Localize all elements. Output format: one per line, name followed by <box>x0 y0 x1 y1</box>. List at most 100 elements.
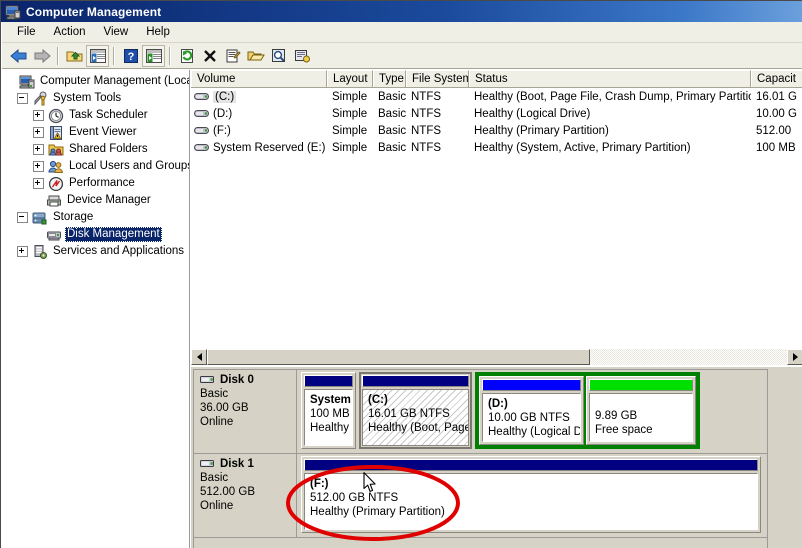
expander-plus[interactable] <box>33 161 44 172</box>
column-header-status[interactable]: Status <box>469 70 751 87</box>
sidebar-item-disk-management[interactable]: Disk Management <box>4 226 189 243</box>
volume-capacity: 512.00 <box>756 124 792 137</box>
sidebar-item-device-manager[interactable]: Device Manager <box>4 192 189 209</box>
computer-management-window: Computer Management File Action View Hel… <box>0 0 802 548</box>
storage-icon <box>32 210 48 226</box>
partition-size: 100 MB <box>310 408 350 420</box>
properties-icon[interactable] <box>221 45 244 67</box>
performance-icon <box>48 176 64 192</box>
disk-graphical-view: Disk 0 Basic 36.00 GB Online System 100 … <box>191 366 802 548</box>
disk-row[interactable]: Disk 1 Basic 512.00 GB Online (F:) 512.0… <box>194 454 767 538</box>
show-action-pane-icon[interactable] <box>142 44 165 67</box>
sidebar-item-label: System Tools <box>53 92 122 104</box>
partition-color-bar <box>589 379 693 391</box>
open-folder-icon[interactable] <box>244 45 267 67</box>
sidebar-item-system-tools[interactable]: System Tools <box>4 90 189 107</box>
expander-plus[interactable] <box>33 110 44 121</box>
partition-label: (C:) <box>368 394 388 406</box>
delete-icon[interactable] <box>198 45 221 67</box>
sidebar-item-shared-folders[interactable]: Shared Folders <box>4 141 189 158</box>
volume-file-system: NTFS <box>411 124 442 137</box>
volume-icon <box>194 108 210 119</box>
partition-label: System <box>310 394 351 406</box>
column-header-volume[interactable]: Volume <box>191 70 327 87</box>
forward-icon[interactable] <box>30 45 53 67</box>
partition-color-bar <box>362 375 469 387</box>
back-icon[interactable] <box>7 45 30 67</box>
partition-status: Free space <box>595 424 653 436</box>
sidebar-item-label: Storage <box>53 211 94 223</box>
partition-status: Healthy <box>310 422 349 434</box>
toolbar: ? <box>2 43 802 69</box>
menu-help[interactable]: Help <box>137 24 179 40</box>
column-header-file-system[interactable]: File System <box>406 70 469 87</box>
table-row[interactable]: System Reserved (E:) Simple Basic NTFS H… <box>191 139 802 156</box>
window-title: Computer Management <box>26 4 162 19</box>
sidebar-item-storage[interactable]: Storage <box>4 209 189 226</box>
scrollbar-thumb[interactable] <box>207 349 590 365</box>
mouse-pointer <box>363 472 377 493</box>
up-folder-icon[interactable] <box>63 45 86 67</box>
column-header-layout[interactable]: Layout <box>327 70 373 87</box>
expander-plus[interactable] <box>33 178 44 189</box>
partition-free-space[interactable]: 9.89 GB Free space <box>586 376 696 445</box>
show-hide-tree-icon[interactable] <box>86 44 109 67</box>
expander-plus[interactable] <box>17 246 28 257</box>
partition-details: System 100 MB Healthy <box>304 389 353 446</box>
partition-f[interactable]: (F:) 512.00 GB NTFS Healthy (Primary Par… <box>301 456 761 533</box>
menu-action[interactable]: Action <box>45 24 95 40</box>
sidebar-item-label: Event Viewer <box>69 126 137 138</box>
table-row[interactable]: (C:) Simple Basic NTFS Healthy (Boot, Pa… <box>191 88 802 105</box>
sidebar-item-performance[interactable]: Performance <box>4 175 189 192</box>
sidebar-item-event-viewer[interactable]: Event Viewer <box>4 124 189 141</box>
disk-partitions: (F:) 512.00 GB NTFS Healthy (Primary Par… <box>297 454 767 537</box>
table-row[interactable]: (F:) Simple Basic NTFS Healthy (Primary … <box>191 122 802 139</box>
disk-size: 36.00 GB <box>200 402 249 414</box>
expander-minus[interactable] <box>17 212 28 223</box>
volume-file-system: NTFS <box>411 107 442 120</box>
column-header-type[interactable]: Type <box>373 70 406 87</box>
expander-none <box>33 196 42 205</box>
scrollbar-track[interactable] <box>207 349 787 365</box>
sidebar-item-label: Task Scheduler <box>69 109 148 121</box>
disk-label[interactable]: Disk 0 Basic 36.00 GB Online <box>194 370 297 453</box>
volume-status: Healthy (Boot, Page File, Crash Dump, Pr… <box>474 90 751 103</box>
refresh-icon[interactable] <box>175 45 198 67</box>
svg-text:?: ? <box>127 51 134 63</box>
disk-row[interactable]: Disk 0 Basic 36.00 GB Online System 100 … <box>194 370 767 454</box>
expander-plus[interactable] <box>33 127 44 138</box>
disk-size: 512.00 GB <box>200 486 255 498</box>
disk-label[interactable]: Disk 1 Basic 512.00 GB Online <box>194 454 297 537</box>
rescan-disks-icon[interactable] <box>290 45 313 67</box>
console-tree: Computer Management (Local) System Tools <box>2 70 189 260</box>
search-icon[interactable] <box>267 45 290 67</box>
column-header-capacity[interactable]: Capacit <box>751 70 802 87</box>
expander-minus[interactable] <box>17 93 28 104</box>
help-icon[interactable]: ? <box>119 45 142 67</box>
menu-view[interactable]: View <box>95 24 138 40</box>
partition-size: 16.01 GB NTFS <box>368 408 450 420</box>
sidebar-item-label: Device Manager <box>67 194 151 206</box>
volume-name: (D:) <box>213 107 233 120</box>
chevron-right-icon <box>792 353 798 361</box>
users-icon <box>48 159 64 175</box>
expander-plus[interactable] <box>33 144 44 155</box>
scroll-right-button[interactable] <box>787 349 802 365</box>
volume-layout: Simple <box>332 107 368 120</box>
partition-c[interactable]: (C:) 16.01 GB NTFS Healthy (Boot, Page <box>359 372 472 449</box>
scroll-left-button[interactable] <box>191 349 207 365</box>
table-row[interactable]: (D:) Simple Basic NTFS Healthy (Logical … <box>191 105 802 122</box>
sidebar-item-task-scheduler[interactable]: Task Scheduler <box>4 107 189 124</box>
volume-list-horizontal-scrollbar[interactable] <box>191 349 802 365</box>
sidebar-item-computer-management[interactable]: Computer Management (Local) <box>4 73 189 90</box>
volume-list-header: Volume Layout Type File System Status Ca… <box>191 70 802 88</box>
disk-partitions: System 100 MB Healthy (C:) 16.01 GB NTFS… <box>297 370 767 453</box>
sidebar-item-local-users-and-groups[interactable]: Local Users and Groups <box>4 158 189 175</box>
console-tree-pane: Computer Management (Local) System Tools <box>2 70 190 548</box>
volume-layout: Simple <box>332 90 368 103</box>
menu-file[interactable]: File <box>8 24 45 40</box>
sidebar-item-services-and-applications[interactable]: Services and Applications <box>4 243 189 260</box>
partition-details: 9.89 GB Free space <box>589 393 693 442</box>
partition-system-reserved[interactable]: System 100 MB Healthy <box>301 372 356 449</box>
partition-d[interactable]: (D:) 10.00 GB NTFS Healthy (Logical Dr <box>479 376 584 445</box>
